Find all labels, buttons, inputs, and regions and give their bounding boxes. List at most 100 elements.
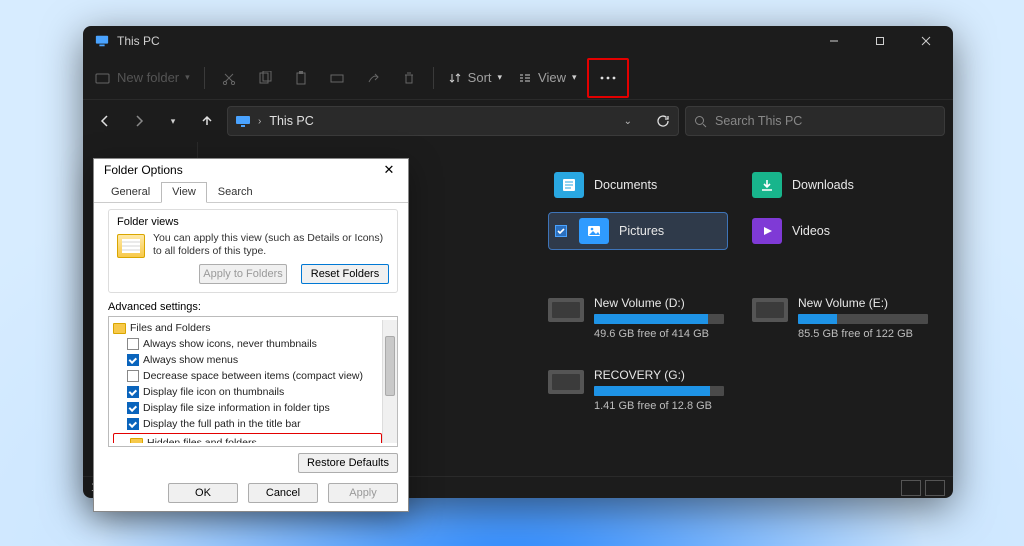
drive-g[interactable]: RECOVERY (G:) 1.41 GB free of 12.8 GB	[548, 368, 724, 412]
share-button[interactable]	[357, 62, 389, 94]
option-always-icons[interactable]: Always show icons, never thumbnails	[113, 336, 382, 352]
sort-button[interactable]: Sort ▾	[442, 62, 508, 94]
address-bar[interactable]: › This PC ⌄	[227, 106, 679, 136]
option-full-path[interactable]: Display the full path in the title bar	[113, 416, 382, 432]
drive-usage-bar	[798, 314, 928, 324]
drive-usage-bar	[594, 386, 724, 396]
drive-name: New Volume (E:)	[798, 296, 928, 310]
reset-folders-button[interactable]: Reset Folders	[301, 264, 389, 284]
folder-views-text: You can apply this view (such as Details…	[153, 232, 389, 258]
delete-button[interactable]	[393, 62, 425, 94]
cut-icon	[222, 71, 236, 85]
paste-button[interactable]	[285, 62, 317, 94]
tab-search[interactable]: Search	[207, 182, 264, 203]
folder-views-icon	[117, 234, 145, 258]
checkbox-checked-icon	[127, 386, 139, 398]
drive-icon	[752, 298, 788, 322]
drive-d[interactable]: New Volume (D:) 49.6 GB free of 414 GB	[548, 296, 724, 340]
folder-views-legend: Folder views	[117, 216, 389, 228]
folder-icon	[130, 438, 143, 443]
drives-grid: New Volume (D:) 49.6 GB free of 414 GB N…	[548, 296, 943, 412]
more-button-highlight	[587, 58, 629, 98]
more-button[interactable]	[591, 62, 625, 94]
tree-item-hidden-files[interactable]: Hidden files and folders	[116, 435, 379, 443]
folder-tile-pictures[interactable]: Pictures	[548, 212, 728, 250]
copy-button[interactable]	[249, 62, 281, 94]
details-view-button[interactable]	[901, 480, 921, 496]
folder-tile-documents[interactable]: Documents	[548, 166, 728, 204]
tab-general[interactable]: General	[100, 182, 161, 203]
advanced-settings-list: Files and Folders Always show icons, nev…	[108, 316, 398, 447]
forward-button[interactable]	[125, 107, 153, 135]
option-compact-view[interactable]: Decrease space between items (compact vi…	[113, 368, 382, 384]
minimize-button[interactable]	[811, 26, 857, 56]
rename-icon	[330, 71, 344, 85]
search-placeholder: Search This PC	[715, 114, 802, 128]
documents-icon	[554, 172, 584, 198]
option-always-menus[interactable]: Always show menus	[113, 352, 382, 368]
view-icon	[518, 71, 532, 85]
folder-tile-downloads[interactable]: Downloads	[746, 166, 926, 204]
back-button[interactable]	[91, 107, 119, 135]
option-icon-thumbnails[interactable]: Display file icon on thumbnails	[113, 384, 382, 400]
toolbar: New folder ▾ Sort ▾ View ▾	[83, 56, 953, 100]
titlebar: This PC	[83, 26, 953, 56]
folder-label: Documents	[594, 178, 657, 192]
rename-button[interactable]	[321, 62, 353, 94]
drive-icon	[548, 370, 584, 394]
chevron-right-icon: ›	[258, 116, 261, 127]
advanced-settings-label: Advanced settings:	[108, 301, 398, 313]
checkbox-checked-icon	[127, 354, 139, 366]
new-folder-button[interactable]: New folder ▾	[89, 62, 196, 94]
drive-name: New Volume (D:)	[594, 296, 724, 310]
apply-button[interactable]: Apply	[328, 483, 398, 503]
cancel-button[interactable]: Cancel	[248, 483, 318, 503]
folder-label: Downloads	[792, 178, 854, 192]
dialog-footer: OK Cancel Apply	[94, 477, 408, 511]
dialog-tabs: General View Search	[94, 181, 408, 203]
folder-options-dialog: Folder Options ✕ General View Search Fol…	[93, 158, 409, 512]
drive-e[interactable]: New Volume (E:) 85.5 GB free of 122 GB	[752, 296, 928, 340]
close-button[interactable]	[903, 26, 949, 56]
new-folder-label: New folder	[117, 70, 179, 85]
option-size-tips[interactable]: Display file size information in folder …	[113, 400, 382, 416]
scrollbar[interactable]	[382, 320, 397, 443]
downloads-icon	[752, 172, 782, 198]
apply-to-folders-button[interactable]: Apply to Folders	[199, 264, 287, 284]
this-pc-icon	[236, 115, 250, 127]
dialog-close-button[interactable]: ✕	[376, 159, 402, 181]
checkbox-checked-icon	[555, 225, 567, 237]
trash-icon	[402, 71, 416, 85]
tab-view[interactable]: View	[161, 182, 207, 203]
folder-views-group: Folder views You can apply this view (su…	[108, 209, 398, 293]
chevron-down-icon[interactable]: ⌄	[624, 116, 632, 127]
view-button[interactable]: View ▾	[512, 62, 582, 94]
recent-button[interactable]: ▾	[159, 107, 187, 135]
restore-defaults-button[interactable]: Restore Defaults	[298, 453, 398, 473]
search-icon	[694, 115, 707, 128]
drive-free: 1.41 GB free of 12.8 GB	[594, 400, 724, 412]
folder-tile-videos[interactable]: Videos	[746, 212, 926, 250]
checkbox-icon	[127, 338, 139, 350]
folders-grid: Documents Downloads Pictures	[548, 166, 943, 250]
dialog-titlebar: Folder Options ✕	[94, 159, 408, 181]
nav-row: ▾ › This PC ⌄ Search This PC	[83, 100, 953, 142]
checkbox-checked-icon	[127, 402, 139, 414]
ellipsis-icon	[600, 76, 616, 80]
cut-button[interactable]	[213, 62, 245, 94]
ok-button[interactable]: OK	[168, 483, 238, 503]
breadcrumb[interactable]: This PC	[269, 114, 313, 128]
this-pc-icon	[95, 34, 109, 48]
drive-icon	[548, 298, 584, 322]
maximize-button[interactable]	[857, 26, 903, 56]
checkbox-icon	[127, 370, 139, 382]
refresh-icon[interactable]	[656, 114, 670, 128]
sort-label: Sort	[468, 70, 492, 85]
drive-free: 85.5 GB free of 122 GB	[798, 328, 928, 340]
dialog-title: Folder Options	[104, 163, 183, 177]
large-icons-view-button[interactable]	[925, 480, 945, 496]
drive-usage-bar	[594, 314, 724, 324]
tree-item-files-and-folders[interactable]: Files and Folders	[113, 320, 382, 336]
search-input[interactable]: Search This PC	[685, 106, 945, 136]
up-button[interactable]	[193, 107, 221, 135]
